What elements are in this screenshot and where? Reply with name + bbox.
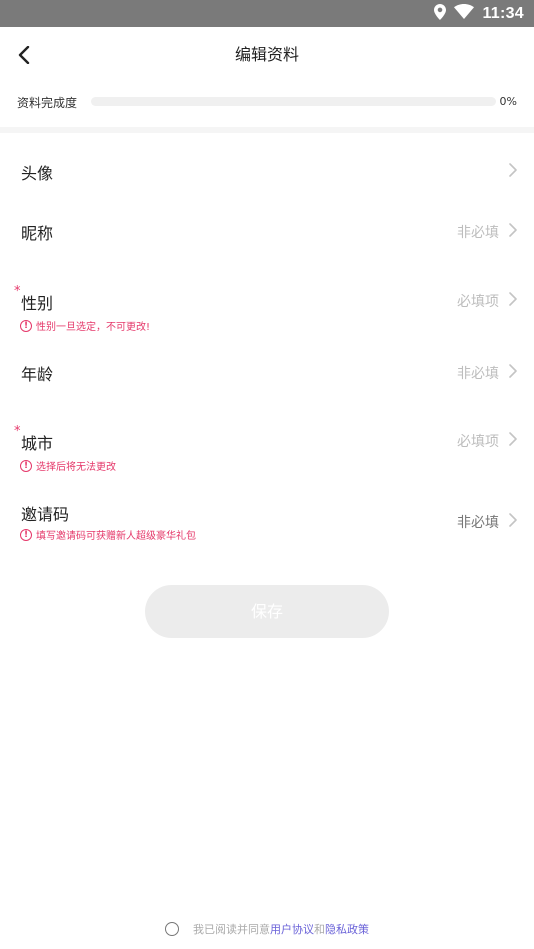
chevron-right-icon	[509, 223, 517, 237]
chevron-right-icon	[509, 432, 517, 446]
warning-icon: !	[20, 528, 32, 541]
row-label-city: 城市	[21, 434, 54, 453]
row-city[interactable]: * 城市 必填项 ! 选择后将无法更改	[0, 420, 534, 480]
status-time: 11:34	[482, 4, 524, 22]
progress-label: 资料完成度	[17, 96, 78, 110]
row-value-city: 必填项	[457, 434, 499, 450]
warning-icon: !	[20, 319, 32, 332]
hint-invite: ! 填写邀请码可获赠新人超级豪华礼包	[20, 527, 196, 542]
required-mark: *	[14, 284, 21, 299]
wifi-icon	[454, 4, 475, 23]
row-gender[interactable]: * 性别 必填项 ! 性别一旦选定，不可更改!	[0, 280, 534, 340]
chevron-right-icon	[509, 513, 517, 527]
agreement-prefix: 我已阅读并同意	[193, 923, 270, 936]
agreement-row: 我已阅读并同意 用户协议 和 隐私政策	[0, 918, 534, 940]
hint-text: 选择后将无法更改	[36, 462, 116, 473]
row-label-gender: 性别	[21, 294, 54, 313]
row-value-invite: 非必填	[457, 515, 499, 531]
warning-icon: !	[20, 459, 32, 472]
chevron-left-icon	[18, 46, 30, 64]
row-label-avatar: 头像	[21, 164, 54, 183]
status-icons: 11:34	[434, 0, 524, 27]
location-icon	[434, 3, 447, 24]
progress-bar	[91, 97, 496, 106]
row-invite-code[interactable]: 邀请码 非必填 ! 填写邀请码可获赠新人超级豪华礼包	[0, 490, 534, 550]
profile-completion: 资料完成度 0%	[0, 83, 534, 123]
agree-checkbox[interactable]	[165, 922, 179, 936]
row-label-nickname: 昵称	[21, 224, 54, 243]
chevron-right-icon	[509, 292, 517, 306]
save-button[interactable]: 保存	[145, 585, 389, 638]
row-label-invite: 邀请码	[21, 505, 70, 524]
user-agreement-link[interactable]: 用户协议	[270, 921, 314, 937]
back-button[interactable]	[8, 39, 40, 71]
hint-gender: ! 性别一旦选定，不可更改!	[20, 318, 150, 333]
row-label-age: 年龄	[21, 365, 54, 384]
row-value-age: 非必填	[457, 366, 499, 382]
row-value-gender: 必填项	[457, 294, 499, 310]
row-age[interactable]: 年龄 非必填	[0, 348, 534, 408]
agreement-conjunction: 和	[314, 923, 325, 936]
page-title: 编辑资料	[234, 45, 299, 64]
row-value-nickname: 非必填	[457, 225, 499, 241]
progress-percent: 0%	[499, 95, 517, 108]
row-nickname[interactable]: 昵称 非必填	[0, 207, 534, 267]
privacy-policy-link[interactable]: 隐私政策	[325, 921, 369, 937]
nav-bar: 编辑资料	[0, 27, 534, 83]
chevron-right-icon	[509, 163, 517, 177]
row-avatar[interactable]: 头像	[0, 133, 534, 207]
status-bar: 11:34	[0, 0, 534, 27]
hint-text: 填写邀请码可获赠新人超级豪华礼包	[36, 531, 196, 542]
hint-text: 性别一旦选定，不可更改!	[36, 322, 151, 333]
required-mark: *	[14, 424, 21, 439]
hint-city: ! 选择后将无法更改	[20, 458, 116, 473]
chevron-right-icon	[509, 364, 517, 378]
